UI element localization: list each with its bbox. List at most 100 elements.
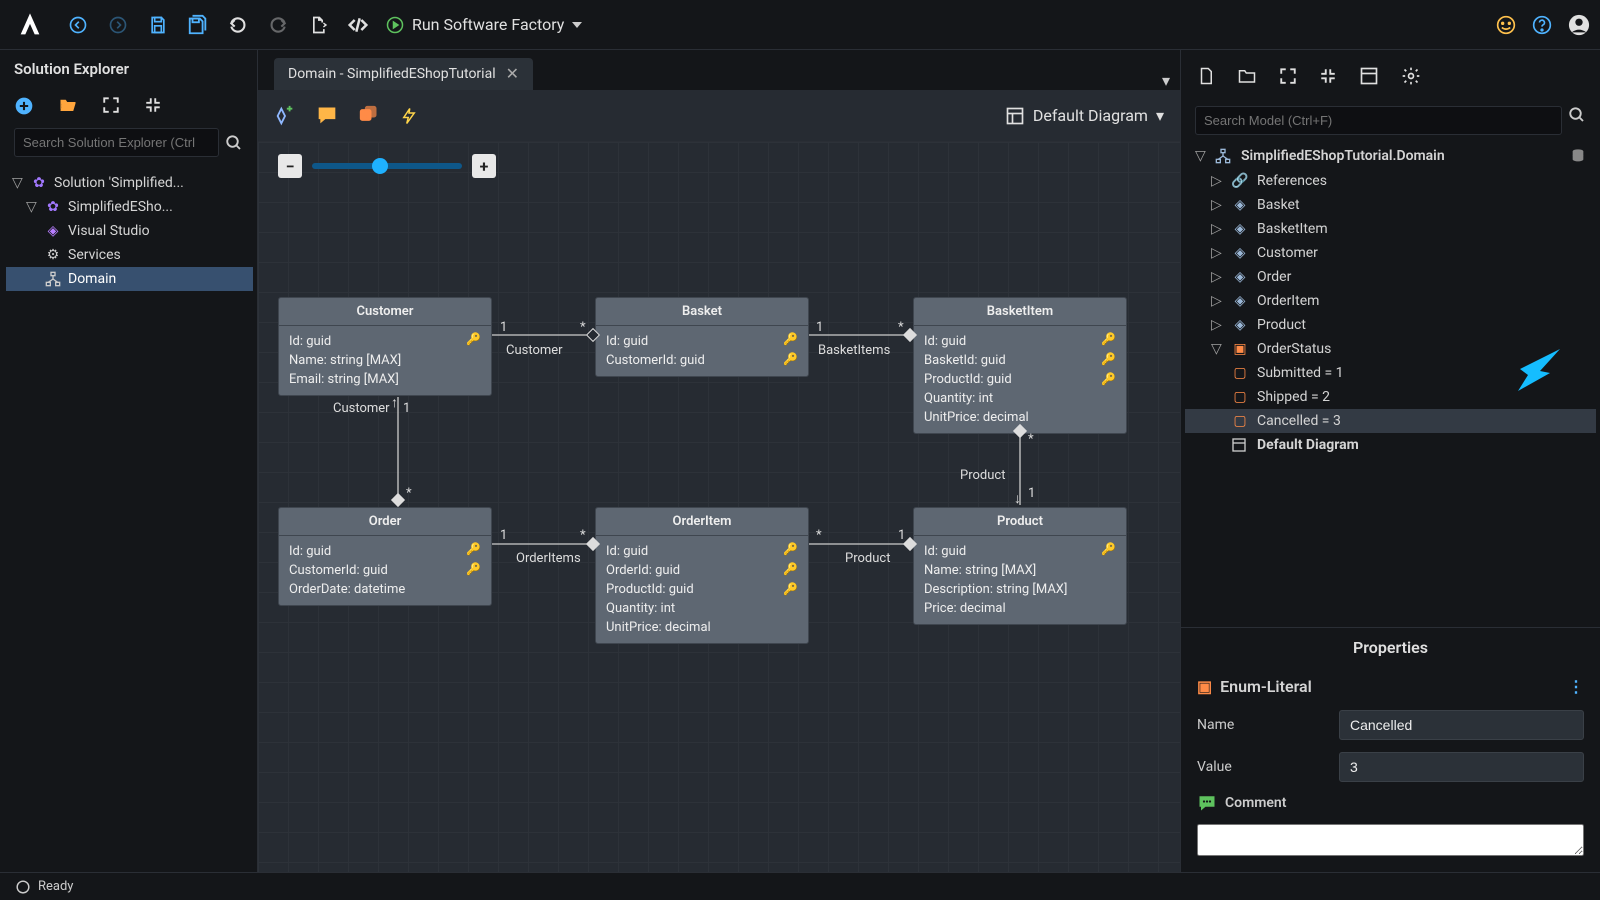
attr: Name: string [MAX] <box>289 351 481 370</box>
attr: CustomerId: guid <box>289 561 481 580</box>
explorer-search-input[interactable] <box>14 128 219 157</box>
comment-icon[interactable] <box>316 105 338 127</box>
code-icon[interactable] <box>346 13 370 37</box>
cardinality: 1 <box>898 528 905 543</box>
diagram-canvas[interactable]: − + Customer 🔑 Id: guid Name: string [MA… <box>258 142 1180 872</box>
props-value-input[interactable] <box>1339 752 1584 782</box>
entity-order[interactable]: Order 🔑 🔑 Id: guid CustomerId: guid Orde… <box>278 507 492 606</box>
entity-header: Basket <box>596 298 808 326</box>
settings-gear-icon[interactable] <box>1401 66 1421 86</box>
expand-icon[interactable] <box>102 96 120 116</box>
attr: CustomerId: guid <box>606 351 798 370</box>
model-label: References <box>1257 173 1327 189</box>
save-icon[interactable] <box>146 13 170 37</box>
export-icon[interactable] <box>306 13 330 37</box>
tree-row-domain[interactable]: Domain <box>6 267 253 291</box>
zoom-in-button[interactable]: + <box>472 154 496 178</box>
model-row-basketitem[interactable]: ▷◈ BasketItem <box>1185 217 1596 241</box>
enum-label: Shipped = 2 <box>1257 389 1330 405</box>
search-icon[interactable] <box>1568 106 1586 124</box>
attr: Price: decimal <box>924 599 1116 618</box>
props-comment-textarea[interactable] <box>1197 824 1584 856</box>
account-icon[interactable] <box>1568 14 1590 36</box>
collapse-icon[interactable] <box>144 96 162 116</box>
arrow-head: ↑ <box>391 394 398 411</box>
model-row-orderitem[interactable]: ▷◈ OrderItem <box>1185 289 1596 313</box>
model-row-customer[interactable]: ▷◈ Customer <box>1185 241 1596 265</box>
fk-icon: 🔑 <box>1101 372 1116 386</box>
model-panel: ▽ SimplifiedEShopTutorial.Domain ▷🔗 Refe… <box>1180 50 1600 872</box>
zoom-out-button[interactable]: − <box>278 154 302 178</box>
entity-header: OrderItem <box>596 508 808 536</box>
diagram-toolbar: Default Diagram ▾ <box>258 90 1180 142</box>
database-icon[interactable] <box>1570 147 1586 165</box>
model-row-order[interactable]: ▷◈ Order <box>1185 265 1596 289</box>
tree-label: SimplifiedESho... <box>68 199 173 215</box>
tree-row-services[interactable]: ⚙ Services <box>6 243 253 267</box>
search-icon[interactable] <box>225 134 243 152</box>
solution-explorer-title: Solution Explorer <box>0 50 257 88</box>
attr: Email: string [MAX] <box>289 370 481 389</box>
redo-icon[interactable] <box>266 13 290 37</box>
undo-icon[interactable] <box>226 13 250 37</box>
model-row-references[interactable]: ▷🔗 References <box>1185 169 1596 193</box>
entity-customer[interactable]: Customer 🔑 Id: guid Name: string [MAX] E… <box>278 297 492 396</box>
enum-value-cancelled[interactable]: ▢ Cancelled = 3 <box>1185 409 1596 433</box>
feedback-icon[interactable] <box>1496 15 1516 35</box>
key-icon: 🔑 <box>1101 332 1116 346</box>
key-icon: 🔑 <box>466 332 481 346</box>
solution-explorer: Solution Explorer ▽ ✿ Solution 'Simpli <box>0 50 258 872</box>
enum-label: Cancelled = 3 <box>1257 413 1341 429</box>
entity-header: BasketItem <box>914 298 1126 326</box>
attr: Id: guid <box>289 542 481 561</box>
entity-product[interactable]: Product 🔑 Id: guid Name: string [MAX] De… <box>913 507 1127 625</box>
key-icon: 🔑 <box>783 332 798 346</box>
model-label: OrderStatus <box>1257 341 1331 357</box>
model-row-product[interactable]: ▷◈ Product <box>1185 313 1596 337</box>
relation-label: OrderItems <box>516 551 581 566</box>
open-folder-icon[interactable] <box>58 96 78 116</box>
save-all-icon[interactable] <box>186 13 210 37</box>
new-icon[interactable] <box>14 96 34 116</box>
collapse-all-icon[interactable] <box>1319 67 1337 85</box>
model-search-input[interactable] <box>1195 106 1562 135</box>
tree-row-solution[interactable]: ▽ ✿ Solution 'Simplified... <box>6 171 253 195</box>
zoom-thumb[interactable] <box>372 158 388 174</box>
relation-label: BasketItems <box>818 343 890 358</box>
new-file-icon[interactable] <box>1197 66 1215 86</box>
forward-icon[interactable] <box>106 13 130 37</box>
tree-row-visualstudio[interactable]: ◈ Visual Studio <box>6 219 253 243</box>
entity-basketitem[interactable]: BasketItem 🔑 🔑 🔑 Id: guid BasketId: guid… <box>913 297 1127 434</box>
attr: ProductId: guid <box>606 580 798 599</box>
diagram-view-icon[interactable] <box>1359 66 1379 86</box>
entity-orderitem[interactable]: OrderItem 🔑 🔑 🔑 Id: guid OrderId: guid P… <box>595 507 809 644</box>
entity-header: Customer <box>279 298 491 326</box>
entity-basket[interactable]: Basket 🔑 🔑 Id: guid CustomerId: guid <box>595 297 809 377</box>
attr: Description: string [MAX] <box>924 580 1116 599</box>
attr: Quantity: int <box>924 389 1116 408</box>
more-options-icon[interactable]: ⋮ <box>1568 677 1584 696</box>
tab-domain[interactable]: Domain - SimplifiedEShopTutorial ✕ <box>274 58 533 90</box>
lightning-icon[interactable] <box>400 105 422 127</box>
diagram-selector[interactable]: Default Diagram ▾ <box>1005 106 1164 126</box>
expand-all-icon[interactable] <box>1279 67 1297 85</box>
back-icon[interactable] <box>66 13 90 37</box>
tree-row-project[interactable]: ▽ ✿ SimplifiedESho... <box>6 195 253 219</box>
run-button[interactable]: Run Software Factory <box>386 15 582 34</box>
add-class-icon[interactable] <box>274 105 296 127</box>
tab-dropdown-icon[interactable]: ▾ <box>1162 71 1170 90</box>
cardinality: * <box>580 528 586 543</box>
arrow-head: ↓ <box>1014 490 1021 507</box>
status-bar: Ready <box>0 872 1600 900</box>
open-folder-icon[interactable] <box>1237 67 1257 85</box>
properties-title: Properties <box>1181 628 1600 667</box>
enum-icon[interactable] <box>358 105 380 127</box>
model-row-default-diagram[interactable]: Default Diagram <box>1185 433 1596 457</box>
model-row-root[interactable]: ▽ SimplifiedEShopTutorial.Domain <box>1185 143 1596 169</box>
zoom-slider[interactable] <box>312 163 462 169</box>
props-name-input[interactable] <box>1339 710 1584 740</box>
cardinality: * <box>406 486 412 501</box>
help-icon[interactable] <box>1532 15 1552 35</box>
model-row-basket[interactable]: ▷◈ Basket <box>1185 193 1596 217</box>
close-tab-icon[interactable]: ✕ <box>506 68 519 80</box>
